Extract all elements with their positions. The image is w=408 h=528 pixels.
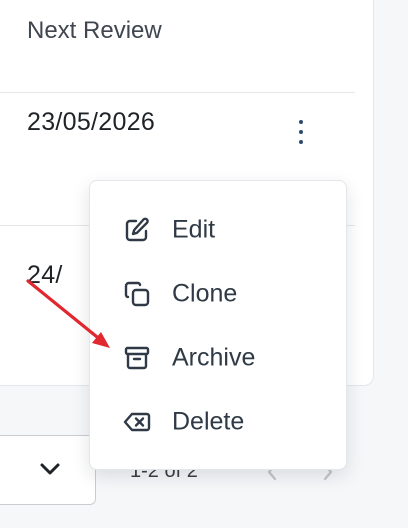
clone-icon — [124, 281, 150, 307]
menu-item-archive[interactable]: Archive — [90, 330, 348, 386]
row-actions-kebab-icon[interactable] — [293, 118, 309, 146]
next-review-cell: 23/05/2026 — [27, 108, 156, 136]
menu-item-label: Clone — [172, 279, 238, 308]
menu-item-label: Archive — [172, 343, 256, 372]
annotation-arrow-icon — [26, 279, 110, 348]
rows-per-page-select[interactable] — [0, 435, 96, 505]
edit-icon — [125, 217, 149, 242]
column-header-next-review[interactable]: Next Review — [27, 17, 162, 45]
menu-item-clone[interactable]: Clone — [90, 266, 348, 322]
delete-icon — [123, 412, 151, 432]
menu-item-delete[interactable]: Delete — [90, 394, 348, 450]
menu-item-label: Delete — [172, 407, 245, 436]
menu-item-edit[interactable]: Edit — [90, 202, 348, 258]
row-actions-menu: Edit Clone Archive Delete — [89, 180, 347, 470]
archive-icon — [124, 346, 150, 370]
menu-item-label: Edit — [172, 215, 216, 244]
chevron-down-icon — [40, 463, 60, 475]
